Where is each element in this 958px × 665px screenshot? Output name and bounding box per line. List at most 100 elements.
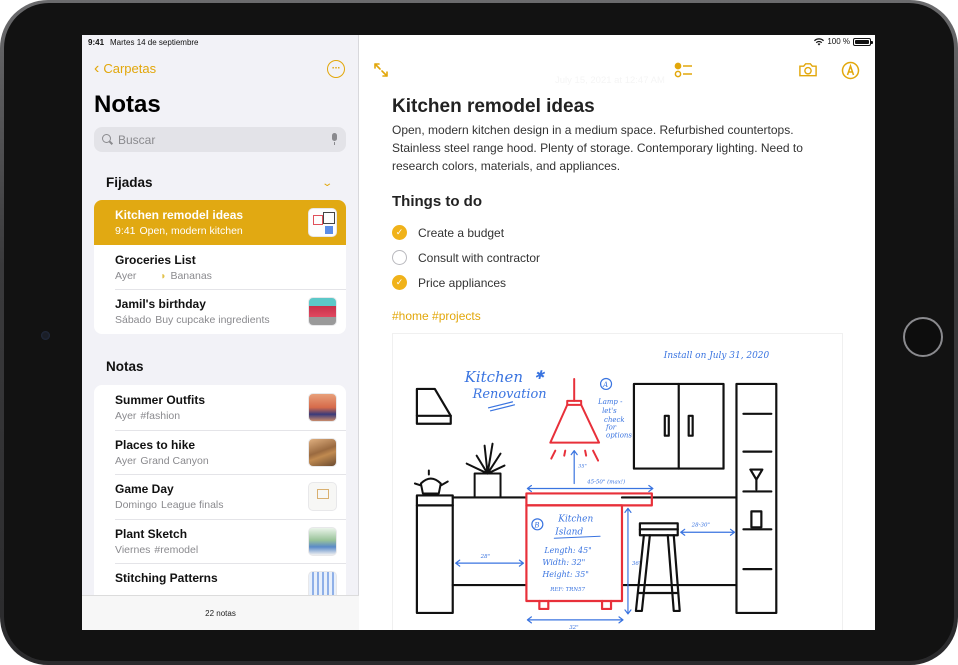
- microphone-icon[interactable]: [331, 133, 338, 146]
- note-thumbnail: [308, 208, 337, 237]
- battery-percent: 100 %: [827, 37, 850, 46]
- note-time: Ayer: [115, 454, 137, 467]
- battery-icon: [853, 37, 873, 46]
- note-item-plant-sketch[interactable]: Plant Sketch Viernes #remodel: [94, 518, 346, 564]
- search-input[interactable]: [118, 132, 326, 147]
- pinned-notes-list: Kitchen remodel ideas 9:41 Open, modern k…: [94, 200, 346, 334]
- note-thumbnail: [308, 437, 337, 467]
- wifi-icon: [814, 37, 825, 45]
- island-span-arrow: [526, 484, 654, 493]
- underline: [487, 401, 516, 412]
- empty-circle-icon[interactable]: [392, 250, 407, 265]
- note-thumbnail: [308, 393, 337, 422]
- checklist-label: Price appliances: [418, 275, 507, 290]
- island-span: 45-50" (max!): [586, 479, 625, 486]
- checklist-icon[interactable]: [674, 61, 694, 79]
- back-label: Carpetas: [103, 61, 157, 76]
- note-editor: 100 % July 15, 2021 at 12:47 AM Kitchen …: [360, 35, 875, 630]
- battery-level: [855, 39, 869, 44]
- home-button[interactable]: [903, 317, 943, 357]
- island-height: Height: 35": [541, 570, 589, 579]
- teapot-sketch: [413, 469, 449, 495]
- install-date: Install on July 31, 2020: [663, 351, 770, 361]
- back-to-folders-button[interactable]: ‹ Carpetas: [94, 60, 157, 77]
- note-preview: Bananas: [170, 269, 212, 282]
- note-body[interactable]: Open, modern kitchen design in a medium …: [392, 121, 842, 175]
- note-item-groceries[interactable]: Groceries List Ayer ◗ Bananas: [94, 245, 346, 290]
- note-preview: Buy cupcake ingredients: [155, 314, 270, 326]
- kitchen-sketch-drawing[interactable]: Kitchen Renovation ✱ A Lamp - let's chec…: [392, 333, 843, 630]
- lamp-note: Lamp - let's check for options: [597, 398, 632, 440]
- note-preview: #fashion: [140, 410, 181, 422]
- notes-section-header: Notas: [106, 359, 144, 374]
- left-gap: 28": [480, 554, 490, 560]
- left-gap-arrow: [455, 559, 525, 567]
- screen: 9:41 Martes 14 de septiembre ‹ Carpetas ·…: [82, 35, 875, 630]
- island-title-1: Kitchen: [557, 514, 593, 524]
- notes-sidebar: 9:41 Martes 14 de septiembre ‹ Carpetas ·…: [82, 35, 359, 630]
- markup-pen-icon[interactable]: [840, 61, 860, 79]
- note-preview: Open, modern kitchen: [139, 225, 243, 237]
- arrows-expand-icon[interactable]: [371, 61, 391, 79]
- asterisk: ✱: [534, 368, 545, 382]
- island-side-arrow: [624, 507, 632, 615]
- note-time: Domingo: [115, 499, 158, 511]
- ellipsis-circle-icon[interactable]: ···: [327, 60, 345, 78]
- plant-sketch: [465, 442, 506, 499]
- island-bottom-arrow: [526, 616, 624, 624]
- note-item-kitchen-remodel[interactable]: Kitchen remodel ideas 9:41 Open, modern k…: [94, 200, 346, 245]
- notes-list: Summer Outfits Ayer #fashion Places to hi…: [94, 385, 346, 608]
- note-item-places-to-hike[interactable]: Places to hike Ayer Grand Canyon: [94, 429, 346, 475]
- status-time: 9:41: [88, 38, 105, 47]
- note-time: Ayer: [115, 269, 137, 282]
- sketch-title-line2: Renovation: [472, 387, 547, 402]
- status-time-date: 9:41 Martes 14 de septiembre: [88, 38, 199, 47]
- note-preview: League finals: [161, 499, 224, 511]
- note-item-jamils-birthday[interactable]: Jamil's birthday Sábado Buy cupcake ingre…: [94, 289, 346, 334]
- chevron-down-icon[interactable]: ⌄: [321, 178, 333, 189]
- island-ref: REF: TRN57: [549, 587, 585, 593]
- sidebar-title: Notas: [94, 91, 161, 118]
- pendant-lamp-sketch: [549, 377, 601, 462]
- note-item-summer-outfits[interactable]: Summer Outfits Ayer #fashion: [94, 385, 346, 430]
- front-camera: [41, 331, 50, 340]
- status-right: 100 %: [814, 37, 873, 46]
- camera-icon[interactable]: [798, 60, 818, 78]
- status-date: Martes 14 de septiembre: [110, 38, 199, 47]
- bar-stool-sketch: [634, 522, 681, 613]
- note-time: 9:41: [115, 225, 136, 237]
- checklist-item[interactable]: ✓ Price appliances: [392, 270, 540, 295]
- chevron-left-icon: ‹: [94, 60, 100, 77]
- marker-b: B: [533, 521, 539, 529]
- checklist-item[interactable]: Consult with contractor: [392, 245, 540, 270]
- note-subtitle: Ayer ◗ Bananas: [115, 270, 346, 282]
- range-hood-sketch: [415, 387, 452, 425]
- note-item-game-day[interactable]: Game Day Domingo League finals: [94, 474, 346, 519]
- checklist-label: Consult with contractor: [418, 250, 541, 265]
- notes-count: 22 notas: [82, 595, 359, 630]
- note-subheading[interactable]: Things to do: [392, 193, 482, 210]
- note-tags[interactable]: #home #projects: [392, 309, 481, 323]
- stool-gap: 28-30": [691, 522, 710, 528]
- checkmark-circle-icon[interactable]: ✓: [392, 225, 407, 240]
- lamp-height: 35": [578, 464, 587, 470]
- search-field[interactable]: [94, 127, 346, 152]
- note-time: Ayer: [115, 410, 137, 422]
- note-preview: Grand Canyon: [140, 454, 209, 467]
- note-title[interactable]: Kitchen remodel ideas: [392, 96, 595, 118]
- modified-date: July 15, 2021 at 12:47 AM: [555, 75, 665, 86]
- shelf-unit-sketch: [735, 382, 778, 615]
- note-time: Sábado: [115, 314, 152, 326]
- lamp-height-arrow: [570, 450, 578, 485]
- note-thumbnail: [308, 297, 337, 326]
- note-time: Viernes: [115, 543, 151, 556]
- pinned-section-header: Fijadas: [106, 175, 153, 190]
- note-preview: #remodel: [154, 543, 199, 556]
- sketch-canvas: Kitchen Renovation ✱ A Lamp - let's chec…: [413, 351, 778, 630]
- search-icon: [102, 134, 113, 145]
- checklist: ✓ Create a budget Consult with contracto…: [392, 220, 540, 295]
- checklist-item[interactable]: ✓ Create a budget: [392, 220, 540, 245]
- island-length: Length: 45": [543, 546, 592, 555]
- note-title: Groceries List: [115, 252, 196, 267]
- checkmark-circle-icon[interactable]: ✓: [392, 275, 407, 290]
